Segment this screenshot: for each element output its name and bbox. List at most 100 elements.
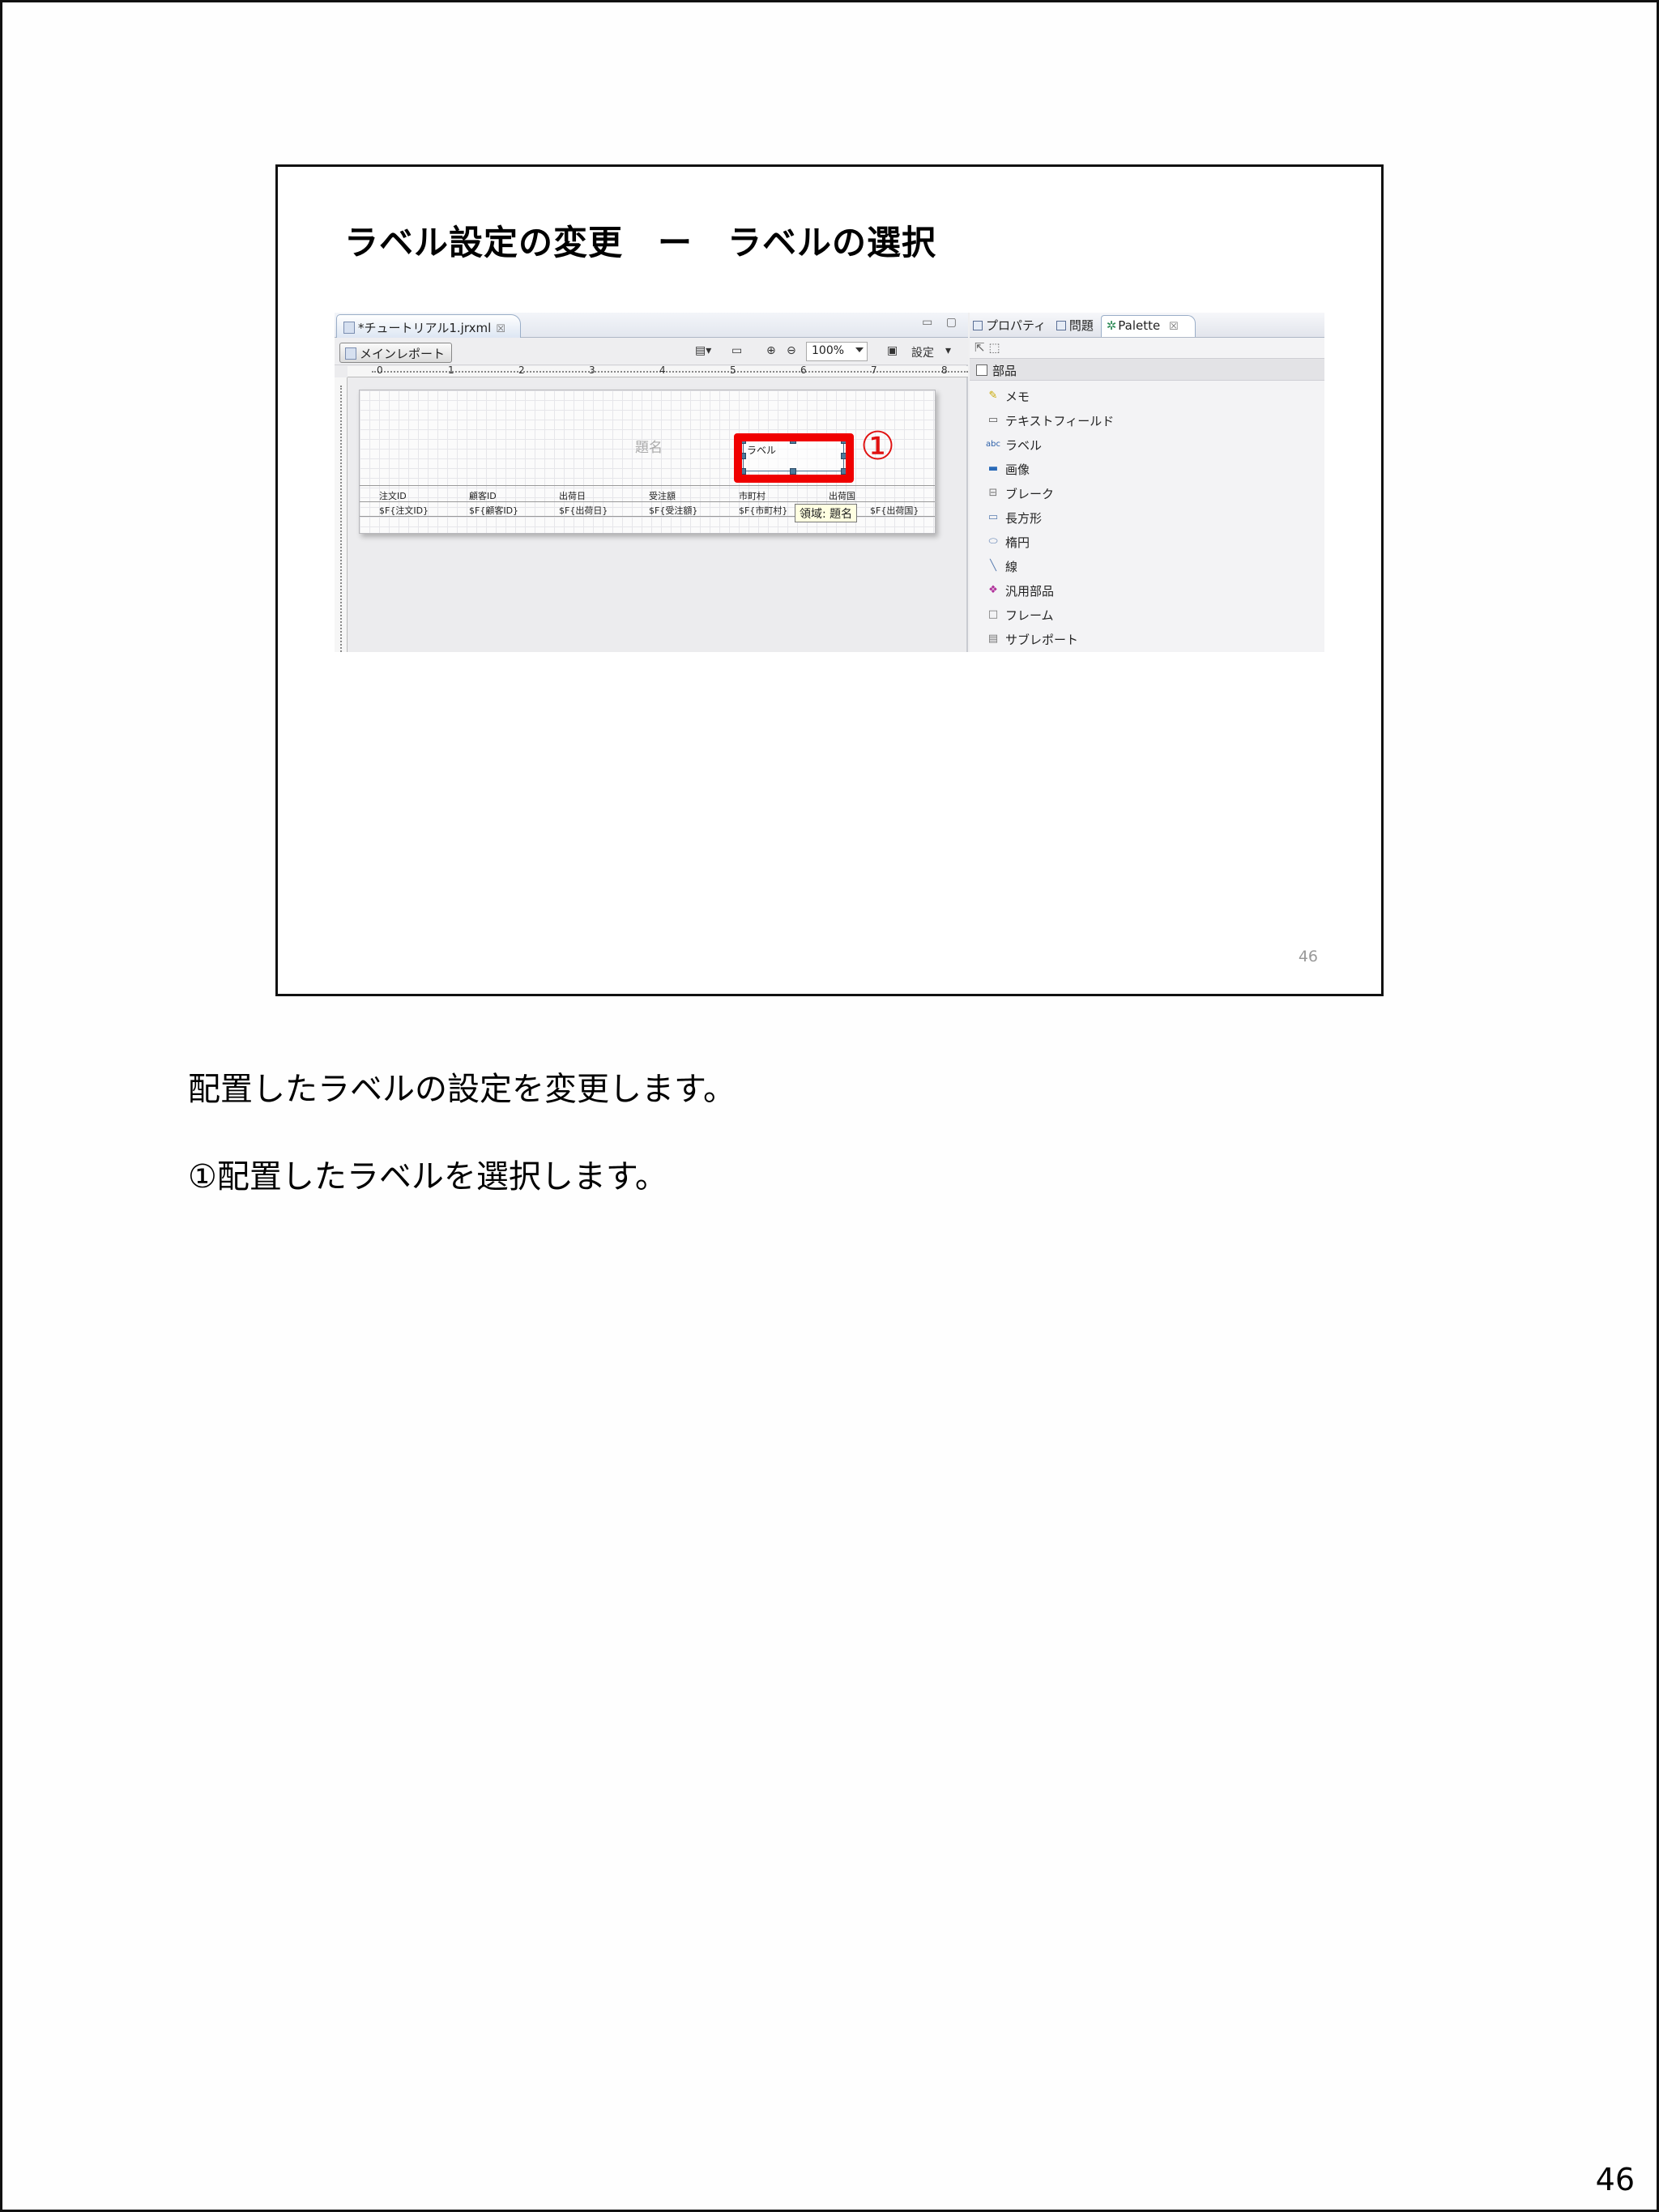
- chevron-down-icon: [855, 347, 864, 352]
- slide: ラベル設定の変更 ー ラベルの選択 *チュートリアル1.jrxml ☒ ▭ ▢ メ…: [275, 164, 1384, 996]
- header-cell[interactable]: 出荷国: [829, 489, 855, 502]
- marquee-tool-icon[interactable]: ⬚: [988, 340, 1000, 355]
- export-icon[interactable]: ▤▾: [695, 344, 711, 357]
- palette-list: ✎ メモ ▭ テキストフィールド abc ラベル ▬ 画像 ⊟ ブレーク ▭ 長方形 ⬭ 楕円…: [986, 384, 1114, 651]
- slide-number: 46: [1298, 948, 1318, 965]
- header-cell[interactable]: 受注額: [649, 489, 676, 502]
- palette-item-label: サブレポート: [1005, 632, 1079, 647]
- line-icon: ╲: [990, 560, 996, 572]
- tab-problems[interactable]: 問題: [1053, 317, 1097, 334]
- report-page[interactable]: 題名 ラベル ① 注文ID 顧客ID 出荷日 受注額 市町村 出荷国 $F{注文…: [359, 390, 936, 534]
- settings-button[interactable]: 設定: [911, 344, 934, 360]
- palette-item-label: ラベル: [1005, 437, 1043, 453]
- header-cell[interactable]: 市町村: [739, 489, 766, 502]
- report-editor: *チュートリアル1.jrxml ☒ ▭ ▢ メインレポート ▤▾ ▭ ⊕ ⊖ 10…: [335, 313, 968, 652]
- editor-tab-label: *チュートリアル1.jrxml: [358, 321, 492, 335]
- palette-item-rectangle[interactable]: ▭ 長方形: [986, 505, 1114, 530]
- break-icon: ⊟: [988, 487, 998, 499]
- ruler-mark: 3: [589, 366, 595, 376]
- palette-item-frame[interactable]: □ フレーム: [986, 603, 1114, 627]
- palette-item-subreport[interactable]: ▤ サブレポート: [986, 627, 1114, 651]
- detail-cell[interactable]: $F{受注額}: [649, 504, 697, 517]
- zoom-value: 100%: [812, 344, 845, 357]
- side-panel: プロパティ 問題 ✲ Palette ☒ ⇱ ⬚ 部品 ✎ メモ ▭ テキストフィール…: [970, 313, 1324, 652]
- palette-item-break[interactable]: ⊟ ブレーク: [986, 481, 1114, 505]
- ruler-mark: 4: [659, 366, 666, 376]
- editor-tab[interactable]: *チュートリアル1.jrxml ☒: [336, 314, 521, 338]
- palette-icon: ✲: [1106, 318, 1117, 333]
- palette-item-memo[interactable]: ✎ メモ: [986, 384, 1114, 408]
- zoom-out-icon[interactable]: ⊖: [787, 344, 796, 357]
- palette-item-textfield[interactable]: ▭ テキストフィールド: [986, 408, 1114, 433]
- zoom-in-icon[interactable]: ⊕: [766, 344, 776, 357]
- detail-cell[interactable]: $F{出荷日}: [559, 504, 608, 517]
- tab-properties[interactable]: プロパティ: [970, 317, 1049, 334]
- zoom-select[interactable]: 100%: [806, 342, 868, 361]
- palette-item-label: 画像: [1005, 462, 1030, 477]
- highlight-frame: [734, 433, 854, 483]
- window-controls[interactable]: ▭ ▢: [922, 316, 962, 329]
- detail-cell[interactable]: $F{顧客ID}: [469, 504, 518, 517]
- embedded-screenshot: *チュートリアル1.jrxml ☒ ▭ ▢ メインレポート ▤▾ ▭ ⊕ ⊖ 10…: [335, 313, 1324, 652]
- palette-item-line[interactable]: ╲ 線: [986, 554, 1114, 578]
- report-file-icon: [343, 322, 355, 334]
- tab-palette[interactable]: ✲ Palette ☒: [1100, 315, 1196, 337]
- title-placeholder: 題名: [635, 440, 663, 456]
- palette-item-label: テキストフィールド: [1005, 413, 1115, 428]
- header-cell[interactable]: 出荷日: [559, 489, 586, 502]
- palette-item-ellipse[interactable]: ⬭ 楕円: [986, 530, 1114, 554]
- generic-icon: ❖: [988, 584, 998, 596]
- close-icon[interactable]: ☒: [496, 323, 505, 335]
- slide-title: ラベル設定の変更 ー ラベルの選択: [344, 223, 937, 262]
- editor-tabbar: *チュートリアル1.jrxml ☒ ▭ ▢: [335, 313, 968, 338]
- close-icon[interactable]: ☒: [1169, 321, 1179, 333]
- step-marker: ①: [860, 424, 896, 469]
- tab-palette-label: Palette: [1118, 318, 1161, 333]
- note-line-2: ①配置したラベルを選択します。: [188, 1158, 667, 1196]
- ruler-mark: 5: [730, 366, 736, 376]
- editor-toolbar: メインレポート ▤▾ ▭ ⊕ ⊖ 100% ▣ 設定 ▾: [335, 338, 968, 365]
- section-label: 部品: [992, 364, 1017, 378]
- palette-item-label: フレーム: [1005, 607, 1054, 623]
- main-report-button[interactable]: メインレポート: [339, 343, 453, 363]
- tab-properties-label: プロパティ: [986, 318, 1047, 333]
- ruler-dots: [340, 386, 342, 652]
- palette-item-generic[interactable]: ❖ 汎用部品: [986, 578, 1114, 603]
- palette-section-header[interactable]: 部品: [970, 358, 1324, 381]
- ruler-mark: 0: [377, 366, 383, 376]
- image-icon: ▬: [987, 462, 999, 475]
- header-cell[interactable]: 顧客ID: [469, 489, 497, 502]
- palette-item-label: メモ: [1005, 389, 1030, 404]
- label-icon: abc: [986, 440, 1000, 449]
- column-header-band[interactable]: 注文ID 顧客ID 出荷日 受注額 市町村 出荷国: [360, 488, 935, 502]
- frame-icon: □: [987, 608, 999, 620]
- subreport-icon: ▤: [987, 633, 999, 645]
- main-report-label: メインレポート: [360, 347, 446, 361]
- ruler-mark: 7: [871, 366, 877, 376]
- palette-tools: ⇱ ⬚: [975, 340, 1000, 355]
- palette-item-label[interactable]: abc ラベル: [986, 433, 1114, 457]
- tab-problems-label: 問題: [1068, 318, 1094, 333]
- select-tool-icon[interactable]: ⇱: [975, 340, 985, 355]
- ruler-mark: 8: [941, 366, 948, 376]
- header-cell[interactable]: 注文ID: [379, 489, 407, 502]
- palette-item-image[interactable]: ▬ 画像: [986, 457, 1114, 481]
- detail-cell[interactable]: $F{市町村}: [739, 504, 787, 517]
- vertical-ruler: [335, 377, 348, 652]
- ruler-mark: 1: [448, 366, 454, 376]
- page-number: 46: [1595, 2162, 1635, 2197]
- palette-item-label: 楕円: [1005, 535, 1030, 550]
- layout-icon[interactable]: ▭: [731, 344, 742, 357]
- ruler-mark: 6: [800, 366, 807, 376]
- detail-cell[interactable]: $F{出荷国}: [870, 504, 919, 517]
- palette-item-label: 線: [1005, 559, 1018, 574]
- preview-icon[interactable]: ▣: [887, 344, 898, 357]
- textfield-icon: ▭: [987, 414, 999, 426]
- palette-item-label: ブレーク: [1005, 486, 1055, 501]
- ruler-dots: [372, 371, 968, 373]
- detail-cell[interactable]: $F{注文ID}: [379, 504, 429, 517]
- report-icon: [345, 347, 356, 360]
- settings-chevron-icon[interactable]: ▾: [945, 344, 951, 357]
- horizontal-ruler: 0 1 2 3 4 5 6 7 8: [348, 366, 968, 377]
- ellipse-icon: ⬭: [988, 535, 998, 548]
